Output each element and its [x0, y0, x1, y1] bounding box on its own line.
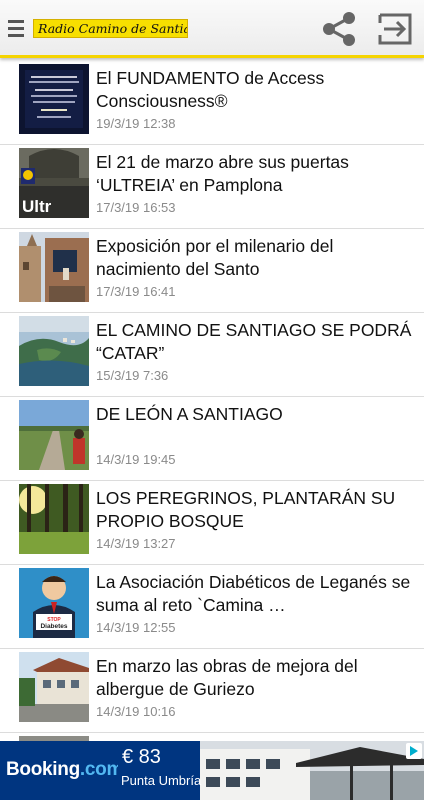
stop-diabetes-thumbnail: STOP Diabetes — [19, 568, 89, 638]
news-item[interactable] — [0, 733, 424, 741]
news-date: 17/3/19 16:41 — [96, 284, 176, 299]
news-title: El 21 de marzo abre sus puertas ‘ULTREIA… — [96, 152, 349, 195]
pilgrim-road-thumbnail — [19, 400, 89, 470]
news-item[interactable]: LOS PEREGRINOS, PLANTARÁN SU PROPIO BOSQ… — [0, 481, 424, 565]
news-title: DE LEÓN A SANTIAGO — [96, 404, 283, 424]
news-item[interactable]: EL CAMINO DE SANTIAGO SE PODRÁ “CATAR” 1… — [0, 313, 424, 397]
ultreia-shop-thumbnail: Ultr — [19, 148, 89, 218]
news-date: 14/3/19 13:27 — [96, 536, 176, 551]
news-date: 19/3/19 12:38 — [96, 116, 176, 131]
exit-icon[interactable] — [376, 9, 416, 49]
old-town-street-thumbnail — [19, 232, 89, 302]
news-date: 17/3/19 16:53 — [96, 200, 176, 215]
app-bar: Radio Camino de Santiago — [0, 0, 424, 58]
news-title: El FUNDAMENTO de Access Consciousness® — [96, 68, 325, 111]
news-item[interactable]: Ultr El 21 de marzo abre sus puertas ‘UL… — [0, 145, 424, 229]
news-item[interactable]: En marzo las obras de mejora del albergu… — [0, 649, 424, 733]
ad-location: Punta Umbría — [121, 773, 202, 788]
news-title: En marzo las obras de mejora del albergu… — [96, 656, 358, 699]
ad-brand-logo[interactable]: Booking.com — [6, 759, 123, 781]
news-item[interactable]: Exposición por el milenario del nacimien… — [0, 229, 424, 313]
news-title: EL CAMINO DE SANTIAGO SE PODRÁ “CATAR” — [96, 320, 412, 363]
svg-text:Ultr: Ultr — [22, 197, 52, 216]
news-date: 14/3/19 10:16 — [96, 704, 176, 719]
news-date: 15/3/19 7:36 — [96, 368, 169, 383]
app-logo: Radio Camino de Santiago — [33, 19, 188, 38]
news-date: 14/3/19 19:45 — [96, 452, 176, 467]
svg-text:Diabetes: Diabetes — [40, 623, 67, 630]
albergue-building-thumbnail — [19, 652, 89, 722]
ad-info-icon[interactable] — [406, 743, 422, 759]
share-icon[interactable] — [318, 8, 360, 50]
ad-banner[interactable]: Booking.com € 83 Punta Umbría — [0, 741, 424, 800]
news-item[interactable]: STOP Diabetes La Asociación Diabéticos d… — [0, 565, 424, 649]
news-title: Exposición por el milenario del nacimien… — [96, 236, 334, 279]
news-item[interactable]: El FUNDAMENTO de Access Consciousness® 1… — [0, 61, 424, 145]
news-title: La Asociación Diabéticos de Leganés se s… — [96, 572, 411, 615]
news-date: 14/3/19 12:55 — [96, 620, 176, 635]
forest-thumbnail — [19, 484, 89, 554]
ad-price: € 83 — [122, 746, 161, 768]
hotel-photo[interactable] — [200, 741, 424, 800]
hamburger-menu-icon[interactable] — [6, 16, 26, 42]
news-item[interactable]: DE LEÓN A SANTIAGO 14/3/19 19:45 — [0, 397, 424, 481]
news-list[interactable]: El FUNDAMENTO de Access Consciousness® 1… — [0, 61, 424, 741]
coastal-city-thumbnail — [19, 316, 89, 386]
news-title: LOS PEREGRINOS, PLANTARÁN SU PROPIO BOSQ… — [96, 488, 396, 531]
event-poster-thumbnail — [19, 64, 89, 134]
